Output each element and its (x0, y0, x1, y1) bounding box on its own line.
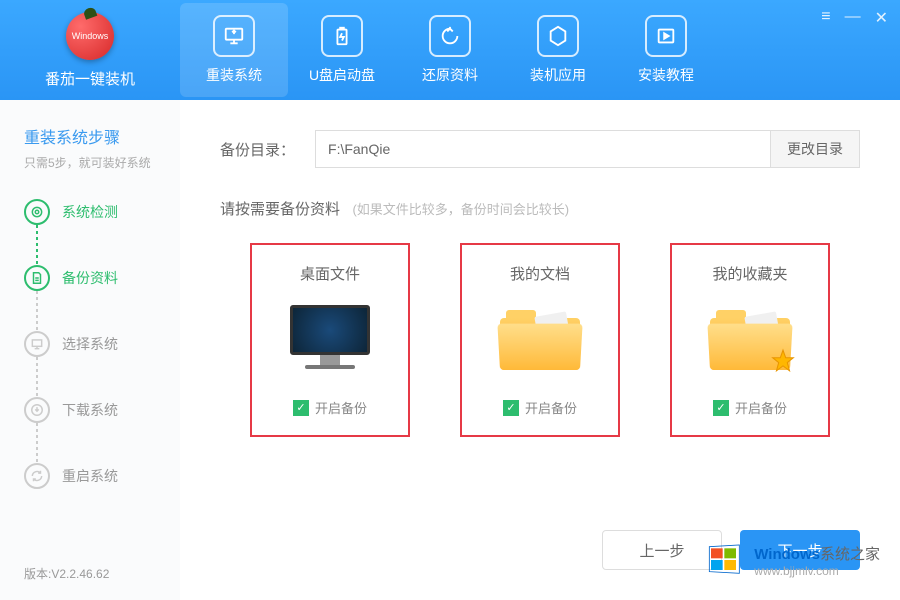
nav-usb[interactable]: U盘启动盘 (288, 3, 396, 97)
app-header: Windows 番茄一键装机 重装系统 U盘启动盘 还原资料 装机应 (0, 0, 900, 100)
nav-tutorial[interactable]: 安装教程 (612, 3, 720, 97)
nav-reinstall[interactable]: 重装系统 (180, 3, 288, 97)
step-label: 选择系统 (62, 334, 118, 354)
change-dir-button[interactable]: 更改目录 (771, 130, 860, 168)
folder-star-illustration (700, 300, 800, 380)
backup-hint: 请按需要备份资料 (如果文件比较多，备份时间会比较长) (220, 198, 860, 219)
hint-main-text: 请按需要备份资料 (220, 201, 340, 218)
step-label: 重启系统 (62, 466, 118, 486)
logo-area: Windows 番茄一键装机 (0, 12, 180, 89)
card-title: 我的收藏夹 (712, 263, 787, 284)
enable-backup-toggle[interactable]: ✓ 开启备份 (293, 398, 367, 417)
card-title: 桌面文件 (300, 263, 360, 284)
backup-dir-label: 备份目录： (220, 139, 295, 160)
restore-icon (429, 15, 471, 57)
enable-backup-toggle[interactable]: ✓ 开启备份 (503, 398, 577, 417)
card-title: 我的文档 (510, 263, 570, 284)
monitor-illustration (280, 300, 380, 380)
card-documents[interactable]: 我的文档 ✓ 开启备份 (460, 243, 620, 437)
hexagon-icon (537, 15, 579, 57)
nav-bar: 重装系统 U盘启动盘 还原资料 装机应用 安装教程 (180, 3, 720, 97)
checkbox-checked-icon: ✓ (293, 400, 309, 416)
version-text: 版本:V2.2.46.62 (24, 565, 109, 582)
card-favorites[interactable]: 我的收藏夹 ✓ 开启备份 (670, 243, 830, 437)
nav-label: 安装教程 (638, 65, 694, 85)
sidebar-title: 重装系统步骤 (24, 124, 180, 148)
backup-dir-input[interactable] (315, 130, 771, 168)
main-panel: 备份目录： 更改目录 请按需要备份资料 (如果文件比较多，备份时间会比较长) 桌… (180, 100, 900, 600)
step-detect: 系统检测 (24, 199, 180, 225)
sidebar-subtitle: 只需5步，就可装好系统 (24, 154, 180, 171)
checkbox-checked-icon: ✓ (503, 400, 519, 416)
step-backup: 备份资料 (24, 265, 180, 291)
close-icon[interactable]: ✕ (875, 8, 888, 28)
doc-icon (24, 265, 50, 291)
step-restart: 重启系统 (24, 463, 180, 489)
checkbox-checked-icon: ✓ (713, 400, 729, 416)
watermark: Windows系统之家 www.bjjmlv.com (706, 540, 880, 580)
check-label: 开启备份 (735, 398, 787, 417)
nav-label: 装机应用 (530, 65, 586, 85)
play-icon (645, 15, 687, 57)
menu-icon[interactable]: ≡ (821, 8, 830, 28)
check-label: 开启备份 (315, 398, 367, 417)
nav-label: 还原资料 (422, 65, 478, 85)
minimize-icon[interactable]: — (845, 8, 861, 28)
watermark-url: www.bjjmlv.com (754, 564, 880, 578)
app-title: 番茄一键装机 (45, 68, 135, 89)
card-desktop[interactable]: 桌面文件 ✓ 开启备份 (250, 243, 410, 437)
refresh-icon (24, 463, 50, 489)
nav-restore[interactable]: 还原资料 (396, 3, 504, 97)
watermark-brand: Windows系统之家 (754, 543, 880, 564)
step-label: 下载系统 (62, 400, 118, 420)
windows-logo-icon (706, 540, 746, 580)
backup-cards: 桌面文件 ✓ 开启备份 我的文档 ✓ 开启备份 (220, 243, 860, 437)
nav-apps[interactable]: 装机应用 (504, 3, 612, 97)
nav-label: 重装系统 (206, 65, 262, 85)
folder-illustration (490, 300, 590, 380)
download-icon (24, 397, 50, 423)
hint-sub-text: (如果文件比较多，备份时间会比较长) (352, 202, 569, 217)
step-download: 下载系统 (24, 397, 180, 423)
tomato-logo-icon: Windows (66, 12, 114, 60)
step-label: 备份资料 (62, 268, 118, 288)
nav-label: U盘启动盘 (309, 65, 375, 85)
screen-icon (24, 331, 50, 357)
scan-icon (24, 199, 50, 225)
step-select: 选择系统 (24, 331, 180, 357)
steps-list: 系统检测 备份资料 选择系统 下载系统 (24, 199, 180, 489)
prev-button[interactable]: 上一步 (602, 530, 722, 570)
check-label: 开启备份 (525, 398, 577, 417)
sidebar: 重装系统步骤 只需5步，就可装好系统 系统检测 备份资料 (0, 100, 180, 600)
logo-small-text: Windows (72, 31, 109, 41)
monitor-refresh-icon (213, 15, 255, 57)
battery-icon (321, 15, 363, 57)
step-label: 系统检测 (62, 202, 118, 222)
enable-backup-toggle[interactable]: ✓ 开启备份 (713, 398, 787, 417)
backup-dir-row: 备份目录： 更改目录 (220, 130, 860, 168)
window-controls: ≡ — ✕ (821, 8, 888, 28)
